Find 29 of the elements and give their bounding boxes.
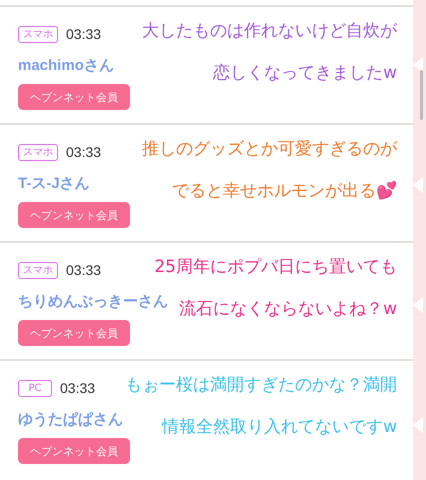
device-badge: スマホ bbox=[18, 262, 58, 278]
user-name[interactable]: ゆうたぱぱさん bbox=[18, 410, 123, 430]
overlay-caption: 流石になくならないよね？w bbox=[179, 298, 397, 321]
member-button[interactable]: ヘブンネット会員 bbox=[18, 320, 130, 346]
member-button[interactable]: ヘブンネット会員 bbox=[18, 202, 130, 228]
overlay-caption: もぉー桜は満開すぎたのかな？満開 bbox=[125, 374, 397, 397]
notch-icon bbox=[413, 57, 423, 73]
device-badge: スマホ bbox=[18, 144, 58, 160]
device-badge: PC bbox=[18, 380, 52, 396]
post-time: 03:33 bbox=[66, 26, 102, 42]
post-time: 03:33 bbox=[66, 262, 102, 278]
overlay-caption: 大したものは作れないけど自炊が bbox=[142, 20, 397, 43]
user-name[interactable]: T-ス-Jさん bbox=[18, 174, 90, 194]
overlay-caption: 推しのグッズとか可愛すぎるのが bbox=[142, 138, 397, 161]
overlay-caption: 情報全然取り入れてないですw bbox=[162, 416, 397, 439]
overlay-caption: 恋しくなってきましたw bbox=[213, 62, 397, 85]
member-button[interactable]: ヘブンネット会員 bbox=[18, 84, 130, 110]
notch-icon bbox=[413, 297, 423, 313]
overlay-caption: でると幸せホルモンが出る💕 bbox=[172, 180, 397, 203]
member-button[interactable]: ヘブンネット会員 bbox=[18, 438, 130, 464]
overlay-caption: 25周年にポプバ日にち置いても bbox=[154, 256, 397, 279]
notch-icon bbox=[413, 177, 423, 193]
device-badge: スマホ bbox=[18, 26, 58, 42]
notch-icon bbox=[413, 417, 423, 433]
post-time: 03:33 bbox=[60, 380, 96, 396]
scrollbar[interactable] bbox=[420, 70, 423, 120]
post-time: 03:33 bbox=[66, 144, 102, 160]
user-name[interactable]: ちりめんぶっきーさん bbox=[18, 292, 168, 312]
user-name[interactable]: machimoさん bbox=[18, 56, 114, 76]
